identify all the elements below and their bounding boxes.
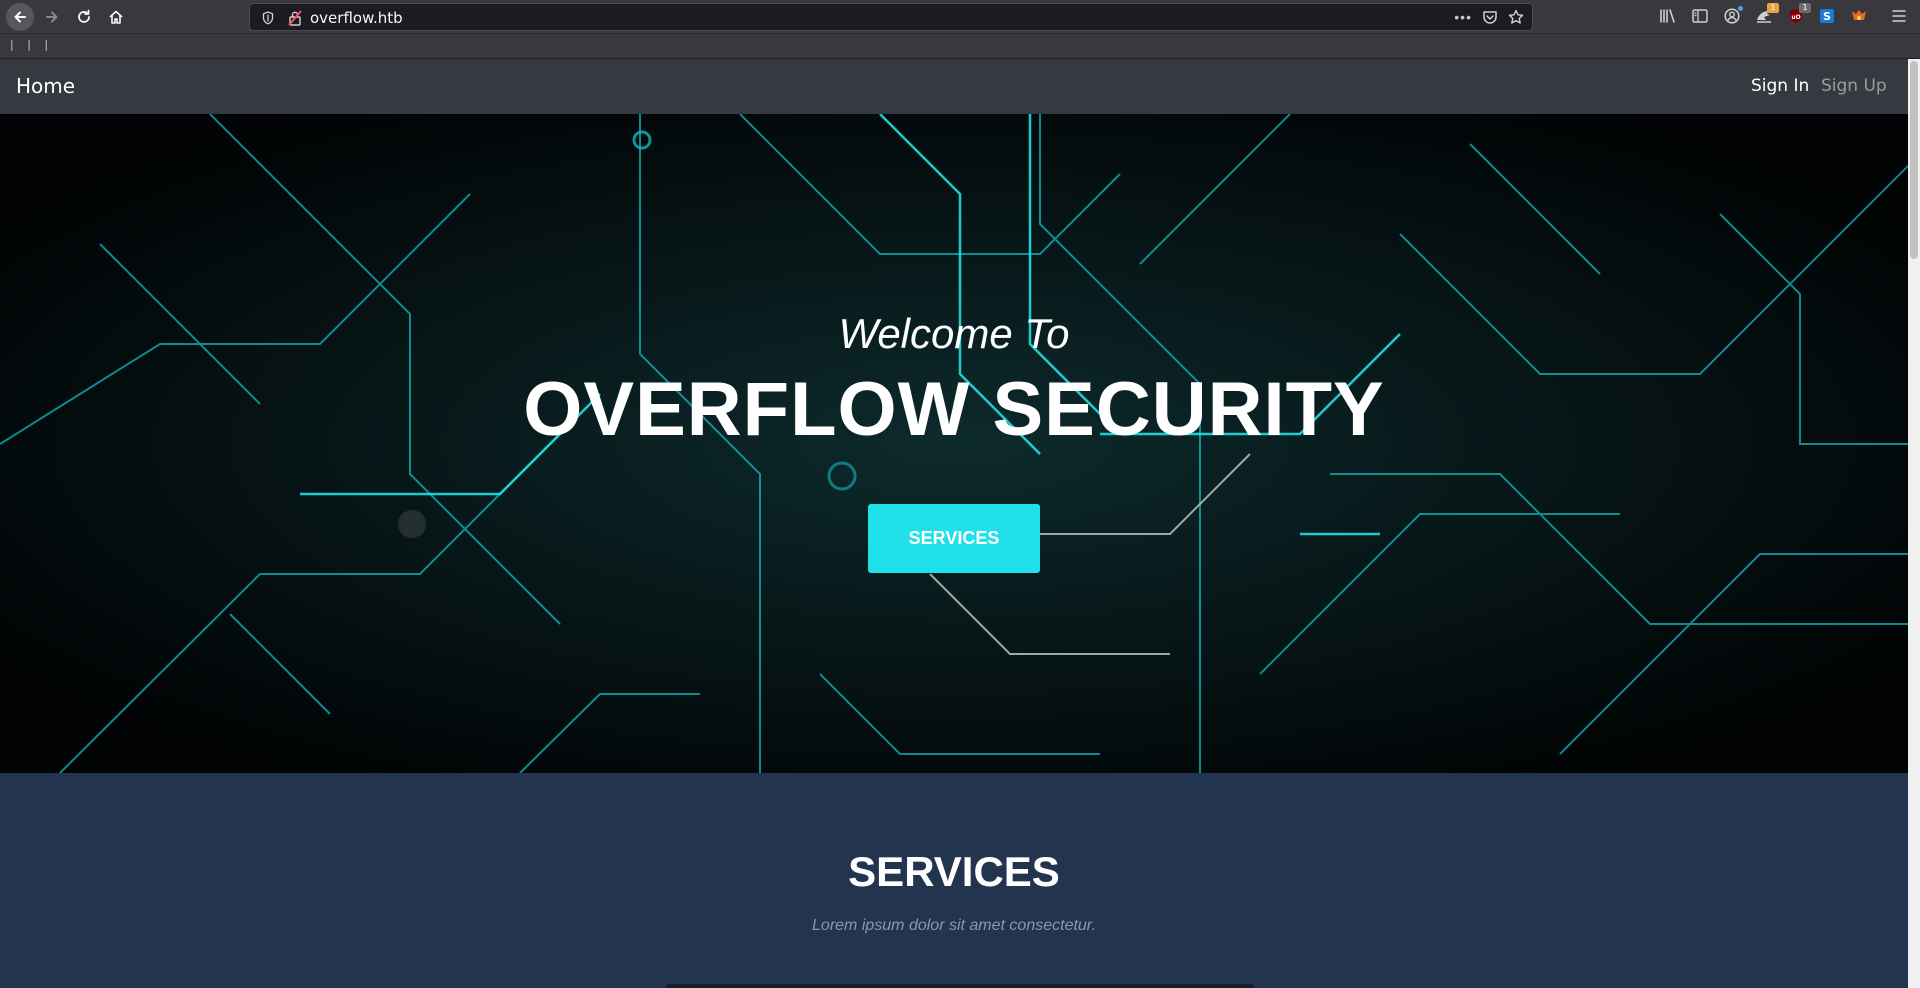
bookmark-star-icon[interactable]	[1508, 9, 1524, 25]
svg-text:S: S	[1823, 10, 1831, 23]
url-bar[interactable]: overflow.htb •••	[249, 3, 1533, 31]
services-heading: SERVICES	[848, 848, 1060, 895]
services-card-edge	[666, 984, 1254, 988]
extension-badge: 1	[1799, 3, 1811, 13]
home-button[interactable]	[102, 3, 130, 31]
shield-icon[interactable]	[262, 11, 274, 25]
hero-welcome-text: Welcome To	[838, 310, 1070, 357]
insecure-lock-icon[interactable]	[288, 10, 302, 26]
nav-signin-link[interactable]: Sign In	[1751, 76, 1809, 96]
extension-badge: 1	[1767, 3, 1779, 13]
services-section: SERVICES Lorem ipsum dolor sit amet cons…	[0, 773, 1908, 988]
account-icon[interactable]	[1723, 6, 1743, 25]
services-subheading: Lorem ipsum dolor sit amet consectetur.	[812, 917, 1096, 934]
hamburger-menu-icon[interactable]	[1890, 7, 1908, 25]
hero-title: OVERFLOW SECURITY	[523, 367, 1385, 452]
svg-text:uO: uO	[1791, 14, 1800, 21]
page-scrollbar[interactable]	[1908, 59, 1920, 988]
nav-signup-link[interactable]: Sign Up	[1821, 76, 1887, 96]
url-text[interactable]: overflow.htb	[310, 9, 403, 27]
pocket-icon[interactable]	[1482, 10, 1498, 25]
bookmark-separators: | | |	[10, 38, 54, 51]
library-icon[interactable]	[1659, 7, 1677, 25]
foxyproxy-icon[interactable]	[1850, 7, 1868, 25]
forward-button[interactable]	[38, 3, 66, 31]
sync-dot	[1738, 6, 1743, 11]
extension-a-icon[interactable]: 1	[1755, 3, 1779, 25]
back-button[interactable]	[6, 3, 34, 31]
reload-icon	[78, 9, 90, 23]
page-actions-menu[interactable]: •••	[1454, 9, 1472, 25]
arrow-left-icon	[14, 11, 26, 23]
site-navbar: Home Sign In Sign Up	[0, 59, 1908, 114]
hero-section: Welcome To OVERFLOW SECURITY SERVICES	[0, 114, 1908, 773]
ublock-icon[interactable]: uO 1	[1787, 3, 1811, 25]
extension-s-icon[interactable]: S	[1818, 7, 1836, 25]
scrollbar-thumb[interactable]	[1910, 61, 1918, 259]
bookmarks-toolbar: | | |	[0, 34, 1920, 59]
services-button[interactable]: SERVICES	[868, 504, 1040, 573]
browser-toolbar: overflow.htb ••• 1 uO 1 S	[0, 0, 1920, 34]
arrow-right-icon	[46, 11, 58, 23]
home-icon	[109, 10, 123, 24]
nav-home-link[interactable]: Home	[16, 74, 75, 98]
reload-button[interactable]	[70, 3, 98, 31]
sidebar-icon[interactable]	[1691, 7, 1709, 25]
